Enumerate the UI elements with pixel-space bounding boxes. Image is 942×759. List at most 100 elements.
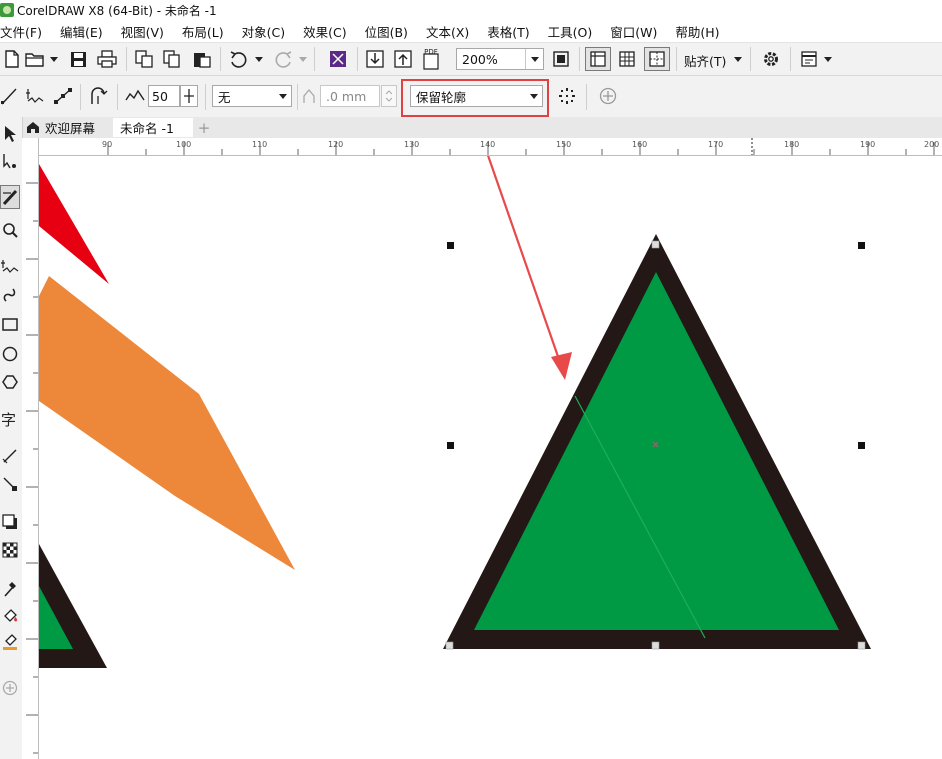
orange-shape[interactable] <box>39 276 295 570</box>
separator <box>750 47 751 71</box>
undo-dropdown-arrow[interactable] <box>255 57 263 62</box>
zoom-dropdown-button[interactable] <box>525 49 543 69</box>
window-title: CorelDRAW X8 (64-Bit) - 未命名 -1 <box>17 3 217 18</box>
zoom-level-select[interactable]: 200% <box>456 48 544 70</box>
rulers-icon[interactable] <box>585 47 611 71</box>
drop-shadow-icon[interactable] <box>0 511 20 533</box>
line-style-select[interactable]: 无 <box>212 85 292 107</box>
copy-icon[interactable] <box>162 49 182 69</box>
auto-close-icon[interactable] <box>556 85 578 107</box>
menu-text[interactable]: 文本(X) <box>416 22 477 41</box>
menu-file[interactable]: 文件(F) <box>0 22 50 41</box>
options-gear-icon[interactable] <box>760 49 782 69</box>
annotation-arrow-line <box>487 156 564 369</box>
connector-tool-icon[interactable] <box>0 473 20 495</box>
app-launcher-icon[interactable] <box>798 49 820 69</box>
width-stepper[interactable] <box>381 85 397 107</box>
import-arrow-icon[interactable] <box>365 49 385 69</box>
separator <box>314 47 315 71</box>
menu-effects[interactable]: 效果(C) <box>293 22 354 41</box>
main-triangle-fill[interactable] <box>474 272 839 630</box>
crop-tool-icon[interactable] <box>0 185 20 209</box>
rectangle-tool-icon[interactable] <box>0 313 20 335</box>
transparency-icon[interactable] <box>0 539 20 561</box>
separator <box>357 47 358 71</box>
text-tool-icon[interactable]: 字 <box>0 407 20 431</box>
open-dropdown-arrow[interactable] <box>50 57 58 62</box>
separator <box>220 47 221 71</box>
bezier-icon[interactable] <box>52 85 74 107</box>
smoothing-input[interactable]: 50 <box>148 85 180 107</box>
pdf-label: PDF <box>424 48 438 56</box>
save-icon[interactable] <box>68 49 88 69</box>
print-icon[interactable] <box>96 49 118 69</box>
smart-fill-icon[interactable] <box>0 631 20 653</box>
home-icon <box>27 122 39 133</box>
zoom-value: 200% <box>462 51 498 67</box>
grid-icon[interactable] <box>616 49 638 69</box>
tab-document[interactable]: 未命名 -1 <box>113 118 193 137</box>
full-screen-icon[interactable] <box>550 49 572 69</box>
redo-dropdown-arrow[interactable] <box>299 57 307 62</box>
menu-object[interactable]: 对象(C) <box>232 22 293 41</box>
zoom-tool-icon[interactable] <box>0 219 20 241</box>
open-icon[interactable] <box>24 49 46 69</box>
ruler-label: 90 <box>102 140 113 149</box>
separator <box>586 84 587 110</box>
vertical-ruler[interactable] <box>22 155 39 759</box>
polyline-icon[interactable] <box>24 85 46 107</box>
menu-help[interactable]: 帮助(H) <box>665 22 727 41</box>
ruler-label: 190 <box>860 140 876 149</box>
red-shape[interactable] <box>39 164 109 284</box>
separator <box>790 47 791 71</box>
ellipse-tool-icon[interactable] <box>0 343 20 365</box>
annotation-highlight-box <box>401 79 549 117</box>
outline-width-input[interactable]: .0 mm <box>320 85 380 107</box>
menu-table[interactable]: 表格(T) <box>477 22 537 41</box>
add-tab-button[interactable]: + <box>196 118 212 137</box>
menu-window[interactable]: 窗口(W) <box>600 22 665 41</box>
eyedropper-icon[interactable] <box>0 577 20 599</box>
menu-view[interactable]: 视图(V) <box>111 22 172 41</box>
freehand-tool-icon[interactable] <box>0 255 20 277</box>
stepper-icon[interactable] <box>180 85 198 107</box>
menu-tools[interactable]: 工具(O) <box>538 22 601 41</box>
freehand-icon[interactable] <box>0 85 18 107</box>
snap-to-label[interactable]: 贴齐(T) <box>684 51 726 70</box>
import-icon[interactable] <box>134 49 154 69</box>
launch-icon[interactable] <box>327 49 349 69</box>
closed-curve-icon[interactable] <box>88 85 110 107</box>
menu-layout[interactable]: 布局(L) <box>172 22 232 41</box>
paste-icon[interactable] <box>192 49 212 69</box>
polygon-tool-icon[interactable] <box>0 371 20 393</box>
tab-welcome[interactable]: 欢迎屏幕 <box>24 118 114 137</box>
interactive-fill-icon[interactable] <box>0 605 20 627</box>
outline-width-icon[interactable] <box>300 85 318 107</box>
pick-tool-icon[interactable] <box>0 123 20 145</box>
separator <box>117 84 118 110</box>
separator <box>297 84 298 110</box>
menu-bitmaps[interactable]: 位图(B) <box>355 22 416 41</box>
horizontal-ruler[interactable]: 90 100 110 120 130 140 150 160 170 180 1… <box>38 138 942 156</box>
parallel-dimension-icon[interactable] <box>0 445 20 467</box>
new-icon[interactable] <box>2 49 22 69</box>
separator <box>126 47 127 71</box>
guidelines-icon[interactable] <box>644 47 670 71</box>
pdf-icon[interactable]: PDF <box>420 47 442 71</box>
artistic-media-icon[interactable] <box>0 283 20 305</box>
add-tool-icon[interactable] <box>0 677 20 699</box>
smoothing-icon[interactable] <box>124 85 146 107</box>
undo-icon[interactable] <box>228 49 250 69</box>
snap-dropdown-arrow[interactable] <box>734 57 742 62</box>
coreldraw-icon <box>0 3 14 17</box>
menu-edit[interactable]: 编辑(E) <box>50 22 111 41</box>
launcher-dropdown-arrow[interactable] <box>824 57 832 62</box>
shape-tool-icon[interactable] <box>0 151 20 173</box>
drawing-canvas[interactable] <box>39 156 942 759</box>
export-arrow-icon[interactable] <box>393 49 413 69</box>
redo-icon[interactable] <box>272 49 294 69</box>
line-style-dropdown-arrow[interactable] <box>279 94 287 99</box>
ruler-origin[interactable] <box>22 138 39 156</box>
ruler-label: 180 <box>784 140 800 149</box>
add-icon[interactable] <box>597 85 619 107</box>
